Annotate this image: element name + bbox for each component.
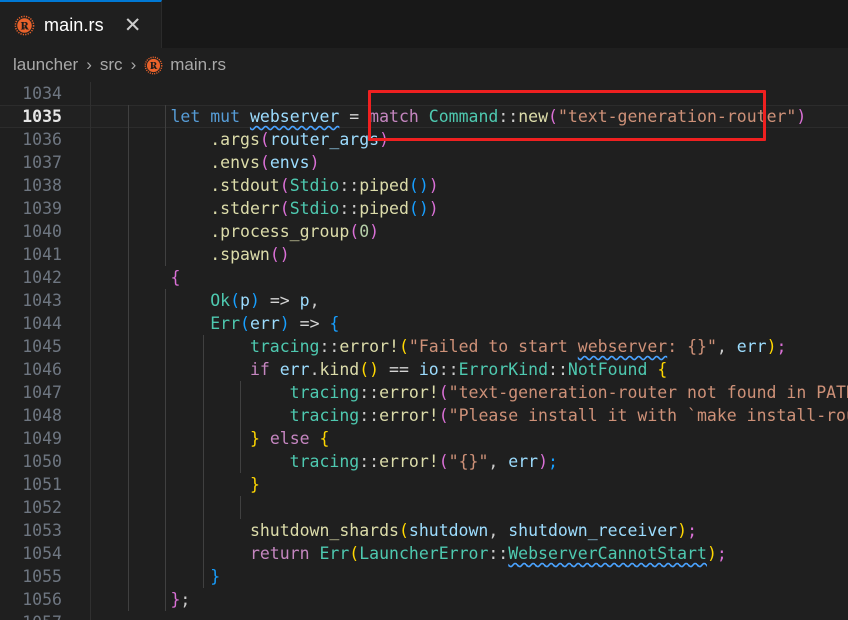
line-number: 1049: [22, 429, 62, 448]
line-content: if err.kind() == io::ErrorKind::NotFound…: [91, 360, 668, 379]
code-line[interactable]: 1057: [0, 611, 848, 620]
code-line[interactable]: 1036 .args(router_args): [0, 128, 848, 151]
code-line[interactable]: 1047 tracing::error!("text-generation-ro…: [0, 381, 848, 404]
close-icon[interactable]: ✕: [123, 15, 143, 36]
code-line[interactable]: 1034: [0, 82, 848, 105]
code-line[interactable]: 1050 tracing::error!("{}", err);: [0, 450, 848, 473]
line-content: tracing::error!("Please install it with …: [91, 406, 848, 425]
code-line[interactable]: 1044 Err(err) => {: [0, 312, 848, 335]
line-content: Err(err) => {: [91, 314, 340, 333]
line-number: 1039: [22, 199, 62, 218]
svg-text:R: R: [150, 61, 158, 72]
code-line-current[interactable]: 1035 let mut webserver = match Command::…: [0, 105, 848, 128]
line-content: }: [91, 475, 260, 494]
line-content: .process_group(0): [91, 222, 380, 241]
code-line[interactable]: 1051 }: [0, 473, 848, 496]
svg-text:R: R: [20, 21, 29, 32]
tab-bar-empty-area: [162, 0, 848, 48]
tab-bar: R main.rs ✕: [0, 0, 848, 48]
line-content: .stderr(Stdio::piped()): [91, 199, 439, 218]
line-number: 1043: [22, 291, 62, 310]
breadcrumb-item-launcher[interactable]: launcher: [13, 55, 78, 75]
line-number: 1050: [22, 452, 62, 471]
line-number: 1054: [22, 544, 62, 563]
line-number: 1052: [22, 498, 62, 517]
code-line[interactable]: 1055 }: [0, 565, 848, 588]
line-number: 1045: [22, 337, 62, 356]
line-content: Ok(p) => p,: [91, 291, 320, 310]
line-number: 1035: [22, 107, 62, 126]
line-number: 1038: [22, 176, 62, 195]
line-number: 1037: [22, 153, 62, 172]
chevron-right-icon: ›: [86, 55, 92, 74]
line-number: 1044: [22, 314, 62, 333]
line-number: 1051: [22, 475, 62, 494]
line-content: return Err(LauncherError::WebserverCanno…: [91, 544, 727, 563]
code-line[interactable]: 1045 tracing::error!("Failed to start we…: [0, 335, 848, 358]
line-content: tracing::error!("Failed to start webserv…: [91, 337, 787, 356]
code-line[interactable]: 1040 .process_group(0): [0, 220, 848, 243]
line-number: 1041: [22, 245, 62, 264]
line-number: 1042: [22, 268, 62, 287]
line-number: 1034: [22, 84, 62, 103]
line-number: 1048: [22, 406, 62, 425]
code-line[interactable]: 1038 .stdout(Stdio::piped()): [0, 174, 848, 197]
breadcrumb-item-src[interactable]: src: [100, 55, 123, 75]
breadcrumb-label: main.rs: [170, 55, 226, 74]
code-line[interactable]: 1043 Ok(p) => p,: [0, 289, 848, 312]
rust-icon: R: [144, 56, 163, 75]
code-line[interactable]: 1053 shutdown_shards(shutdown, shutdown_…: [0, 519, 848, 542]
line-number: 1047: [22, 383, 62, 402]
line-content: }: [91, 567, 221, 586]
tab-label: main.rs: [44, 14, 104, 35]
code-line[interactable]: 1042 {: [0, 266, 848, 289]
code-line[interactable]: 1052: [0, 496, 848, 519]
code-line[interactable]: 1039 .stderr(Stdio::piped()): [0, 197, 848, 220]
code-line[interactable]: 1049 } else {: [0, 427, 848, 450]
line-number: 1056: [22, 590, 62, 609]
line-number: 1053: [22, 521, 62, 540]
code-line[interactable]: 1054 return Err(LauncherError::Webserver…: [0, 542, 848, 565]
code-line[interactable]: 1041 .spawn(): [0, 243, 848, 266]
code-lines: 1034 1035 let mut webserver = match Comm…: [0, 82, 848, 620]
line-number: 1046: [22, 360, 62, 379]
line-number: 1036: [22, 130, 62, 149]
line-content: tracing::error!("text-generation-router …: [91, 383, 848, 402]
line-content: {: [91, 268, 181, 287]
line-content: shutdown_shards(shutdown, shutdown_recei…: [91, 521, 698, 540]
line-content: .envs(envs): [91, 153, 320, 172]
code-line[interactable]: 1056 };: [0, 588, 848, 611]
chevron-right-icon: ›: [130, 55, 137, 74]
line-content: };: [91, 590, 191, 609]
line-content: .spawn(): [91, 245, 290, 264]
line-number: 1057: [0, 613, 76, 620]
code-editor[interactable]: 1034 1035 let mut webserver = match Comm…: [0, 82, 848, 620]
code-line[interactable]: 1046 if err.kind() == io::ErrorKind::Not…: [0, 358, 848, 381]
code-line[interactable]: 1037 .envs(envs): [0, 151, 848, 174]
line-content: tracing::error!("{}", err);: [91, 452, 558, 471]
tab-main-rs[interactable]: R main.rs ✕: [0, 0, 162, 48]
line-content: } else {: [91, 429, 330, 448]
rust-icon: R: [14, 15, 35, 36]
line-content: .args(router_args): [91, 130, 390, 149]
code-line[interactable]: 1048 tracing::error!("Please install it …: [0, 404, 848, 427]
line-number: 1040: [22, 222, 62, 241]
breadcrumb: launcher › src › R main.rs: [0, 48, 848, 82]
line-content: .stdout(Stdio::piped()): [91, 176, 439, 195]
line-number: 1055: [22, 567, 62, 586]
line-content: let mut webserver = match Command::new("…: [91, 107, 807, 126]
breadcrumb-item-main-rs[interactable]: R main.rs: [144, 55, 226, 75]
